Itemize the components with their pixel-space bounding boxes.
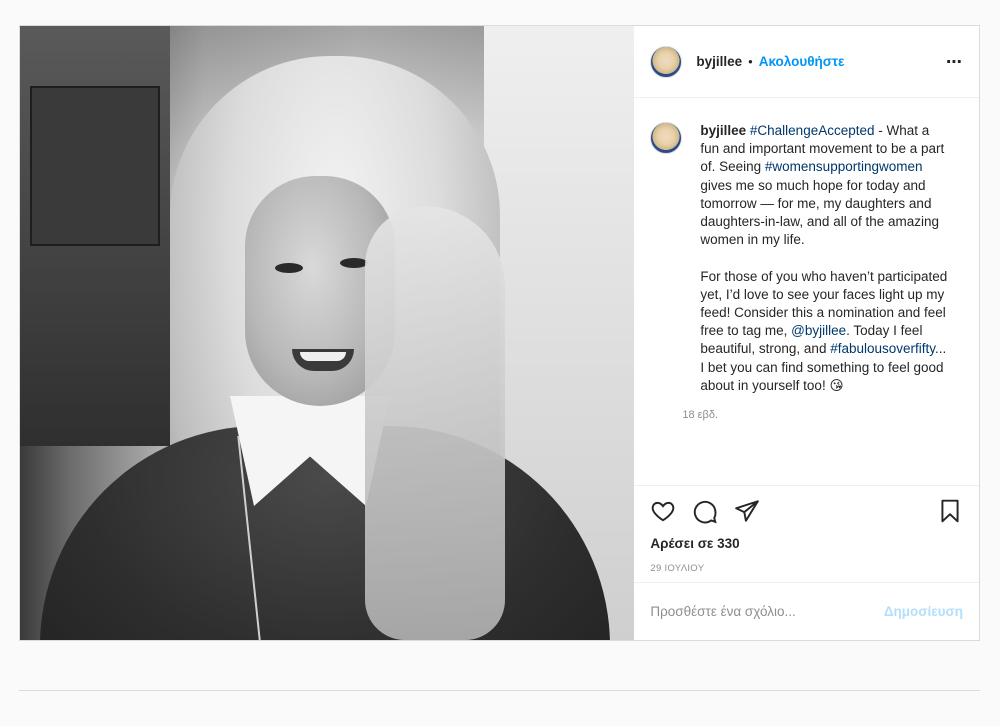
caption-tag-link[interactable]: #ChallengeAccepted	[750, 123, 875, 138]
share-icon[interactable]	[734, 498, 760, 524]
post-comment-button[interactable]: Δημοσίευση	[884, 604, 963, 619]
header-username[interactable]: byjillee	[696, 54, 742, 69]
caption-username[interactable]: byjillee	[700, 123, 746, 138]
comment-input[interactable]	[650, 604, 884, 619]
more-options-icon[interactable]: ⋯	[946, 52, 963, 72]
post-time-ago[interactable]: 18 εβδ.	[682, 409, 950, 421]
caption-text: byjillee #ChallengeAccepted - What a fun…	[700, 122, 950, 395]
caption-tag-link[interactable]: #womensupportingwomen	[765, 159, 923, 174]
comment-icon[interactable]	[692, 498, 718, 524]
comment-bar: Δημοσίευση	[634, 582, 979, 640]
post-sidebar: byjillee • Ακολουθήστε ⋯ byjillee #Chall…	[634, 26, 979, 640]
actions-bar: Αρέσει σε 330 29 ΙΟΥΛΙΟΥ	[634, 485, 979, 582]
likes-count[interactable]: Αρέσει σε 330	[650, 536, 963, 551]
caption-avatar[interactable]	[650, 122, 683, 154]
caption-tag-link[interactable]: @byjillee	[791, 323, 846, 338]
avatar[interactable]	[650, 45, 683, 78]
caption-area: byjillee #ChallengeAccepted - What a fun…	[634, 98, 979, 485]
post-photo[interactable]	[20, 26, 635, 640]
footer-divider	[19, 690, 980, 691]
bookmark-icon[interactable]	[937, 498, 963, 524]
caption-tag-link[interactable]: #fabulousoverfifty	[830, 341, 935, 356]
post-header: byjillee • Ακολουθήστε ⋯	[634, 26, 979, 98]
separator-dot: •	[748, 54, 753, 69]
post-date[interactable]: 29 ΙΟΥΛΙΟΥ	[650, 563, 963, 574]
heart-icon[interactable]	[650, 498, 676, 524]
caption-segment: gives me so much hope for today and tomo…	[700, 177, 940, 248]
post-card: byjillee • Ακολουθήστε ⋯ byjillee #Chall…	[19, 25, 980, 641]
follow-button[interactable]: Ακολουθήστε	[759, 54, 845, 69]
